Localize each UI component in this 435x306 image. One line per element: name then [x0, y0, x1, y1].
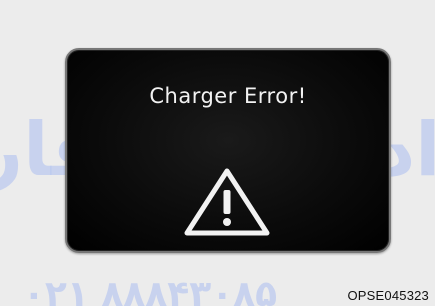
figure-code: OPSE045323 [347, 288, 429, 303]
charger-error-title: Charger Error! [149, 84, 307, 108]
warning-triangle-icon [184, 168, 270, 236]
cluster-display: Charger Error! [65, 48, 391, 253]
watermark-text-lower: ۰۲۱ ۸۸۸۴۳۰۸۵ [23, 274, 277, 306]
